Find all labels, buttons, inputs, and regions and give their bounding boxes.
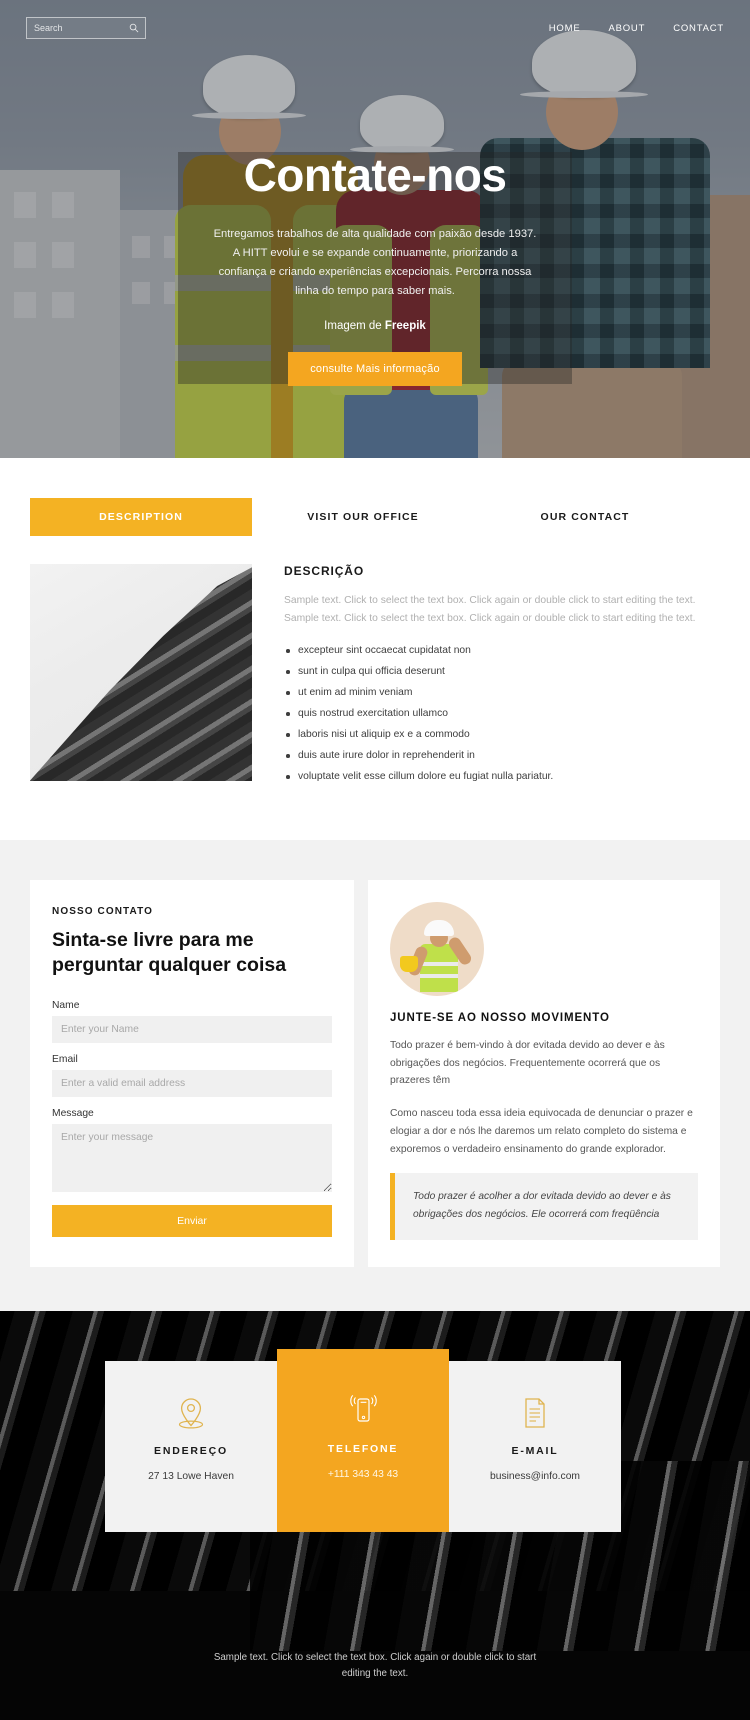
mobile-phone-icon [287, 1389, 439, 1433]
email-input[interactable] [52, 1069, 332, 1097]
list-item: quis nostrud exercitation ullamco [284, 706, 720, 722]
contact-cards-row: ENDEREÇO 27 13 Lowe Haven TELEFONE +111 … [105, 1348, 645, 1532]
tab-visit-our-office[interactable]: VISIT OUR OFFICE [252, 498, 474, 536]
list-item: duis aute irure dolor in reprehenderit i… [284, 748, 720, 764]
footer-note: Sample text. Click to select the text bo… [213, 1651, 537, 1680]
hero-section: HOME ABOUT CONTACT Contate-nos Entregamo… [0, 0, 750, 458]
description-bullet-list: excepteur sint occaecat cupidatat non su… [284, 643, 720, 785]
hero-image-credit: Imagem de Freepik [0, 320, 750, 332]
name-field-label: Name [52, 999, 80, 1011]
nav-item-home[interactable]: HOME [549, 23, 581, 34]
list-item: excepteur sint occaecat cupidatat non [284, 643, 720, 659]
contact-card-value: business@info.com [489, 1470, 580, 1482]
movement-heading: JUNTE-SE AO NOSSO MOVIMENTO [390, 1012, 610, 1025]
contact-card-value: 27 13 Lowe Haven [148, 1470, 234, 1482]
nav-item-about[interactable]: ABOUT [608, 23, 645, 34]
list-item: laboris nisi ut aliquip ex e a commodo [284, 727, 720, 743]
hero-cta-button[interactable]: consulte Mais informação [288, 351, 462, 386]
contact-card-title: E-MAIL [511, 1444, 559, 1457]
list-item: ut enim ad minim veniam [284, 685, 720, 701]
avatar [390, 902, 484, 997]
name-input[interactable] [52, 1015, 332, 1043]
contact-card-phone[interactable]: TELEFONE +111 343 43 43 [277, 1348, 449, 1532]
contact-card-title: TELEFONE [327, 1442, 399, 1455]
credit-source: Freepik [384, 319, 426, 332]
contact-section: NOSSO CONTATO Sinta-se livre para me per… [0, 840, 750, 1311]
submit-button[interactable]: Enviar [52, 1204, 332, 1237]
email-field-label: Email [52, 1053, 78, 1065]
description-paragraph: Sample text. Click to select the text bo… [284, 595, 696, 624]
movement-paragraph-1: Todo prazer é bem-vindo à dor evitada de… [390, 1040, 665, 1087]
footer-section: ENDEREÇO 27 13 Lowe Haven TELEFONE +111 … [0, 1310, 750, 1720]
main-nav: HOME ABOUT CONTACT [549, 23, 724, 34]
hero-subtitle: Entregamos trabalhos de alta qualidade c… [213, 227, 537, 298]
description-section: DESCRIPTION VISIT OUR OFFICE OUR CONTACT… [0, 458, 750, 841]
map-pin-icon [115, 1391, 267, 1435]
credit-prefix: Imagem de [324, 319, 385, 332]
tab-our-contact[interactable]: OUR CONTACT [474, 498, 696, 536]
search-input[interactable] [27, 18, 145, 38]
contact-form-kicker: NOSSO CONTATO [52, 906, 153, 918]
message-field-label: Message [52, 1107, 94, 1119]
contact-card-address[interactable]: ENDEREÇO 27 13 Lowe Haven [105, 1360, 277, 1532]
description-content: DESCRIÇÃO Sample text. Click to select t… [30, 564, 720, 790]
hero-content: Contate-nos Entregamos trabalhos de alta… [0, 150, 750, 386]
contact-form-title: Sinta-se livre para me perguntar qualque… [52, 929, 287, 977]
tab-list: DESCRIPTION VISIT OUR OFFICE OUR CONTACT [30, 498, 720, 536]
movement-card: JUNTE-SE AO NOSSO MOVIMENTO Todo prazer … [368, 880, 720, 1267]
search-icon [129, 23, 139, 33]
top-navigation-bar: HOME ABOUT CONTACT [0, 0, 750, 56]
list-item: voluptate velit esse cillum dolore eu fu… [284, 769, 720, 785]
contact-form-card: NOSSO CONTATO Sinta-se livre para me per… [30, 880, 354, 1267]
contact-card-title: ENDEREÇO [154, 1444, 228, 1457]
contact-card-email[interactable]: E-MAIL business@info.com [449, 1360, 621, 1532]
facade-pattern [30, 564, 252, 781]
page-title: Contate-nos [243, 149, 507, 201]
search-box[interactable] [26, 17, 146, 39]
tab-description[interactable]: DESCRIPTION [30, 498, 252, 536]
list-item: sunt in culpa qui officia deserunt [284, 664, 720, 680]
message-textarea[interactable] [52, 1123, 332, 1192]
description-heading: DESCRIÇÃO [284, 564, 365, 578]
document-icon [459, 1391, 611, 1435]
description-image [30, 564, 252, 781]
contact-card-value: +111 343 43 43 [327, 1468, 399, 1480]
movement-quote: Todo prazer é acolher a dor evitada devi… [390, 1173, 698, 1240]
movement-paragraph-2: Como nasceu toda essa ideia equivocada d… [390, 1108, 693, 1155]
nav-item-contact[interactable]: CONTACT [673, 23, 724, 34]
